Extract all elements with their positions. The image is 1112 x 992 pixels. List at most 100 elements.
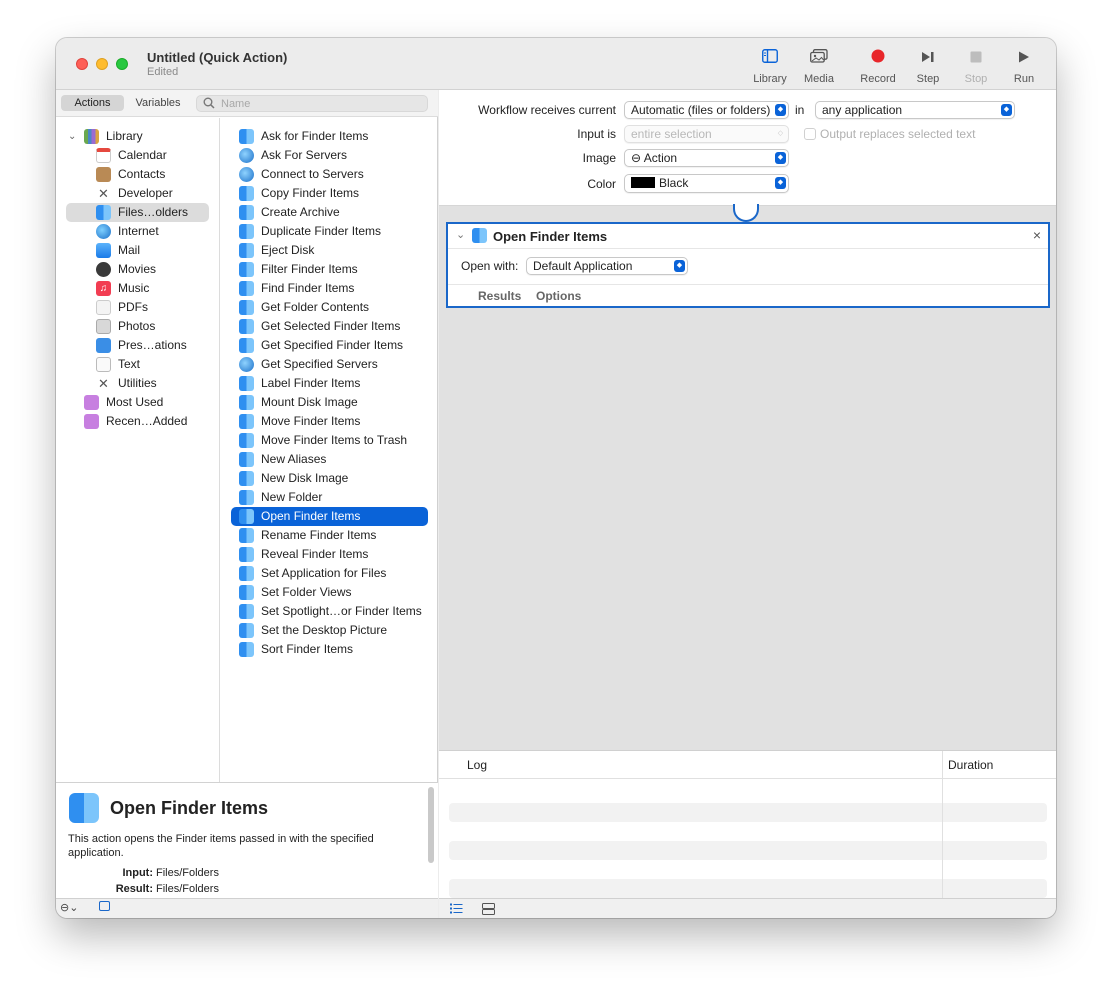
close-window-button[interactable]	[76, 58, 88, 70]
action-list-item[interactable]: Ask For Servers	[239, 146, 428, 165]
finder-icon	[239, 395, 254, 410]
zoom-window-button[interactable]	[116, 58, 128, 70]
sidebar-item-files-folders[interactable]: Files…olders	[66, 203, 209, 222]
application-popup[interactable]: any application ◆	[815, 101, 1015, 119]
tab-results[interactable]: Results	[478, 289, 521, 303]
sidebar-item-internet[interactable]: Internet	[96, 222, 208, 241]
action-list-item[interactable]: Set Spotlight…or Finder Items	[239, 602, 428, 621]
remove-action-button[interactable]: ×	[1033, 227, 1041, 243]
description-toggle-icon[interactable]	[99, 901, 110, 911]
stepper-icon: ◆	[674, 260, 685, 272]
action-list-item[interactable]: Connect to Servers	[239, 165, 428, 184]
input-is-popup[interactable]: entire selection ◇	[624, 125, 789, 143]
action-list-item[interactable]: Create Archive	[239, 203, 428, 222]
sidebar-item-most-used[interactable]: Most Used	[84, 393, 208, 412]
library-toolbar-button[interactable]: Library	[746, 48, 794, 88]
action-list-item[interactable]: Get Folder Contents	[239, 298, 428, 317]
sidebar-item-movies[interactable]: Movies	[96, 260, 208, 279]
automator-window: Untitled (Quick Action) Edited Library M…	[56, 38, 1056, 918]
sidebar-item-photos[interactable]: Photos	[96, 317, 208, 336]
sidebar-item-mail[interactable]: Mail	[96, 241, 208, 260]
sidebar-item-calendar[interactable]: Calendar	[96, 146, 208, 165]
action-list-item[interactable]: Copy Finder Items	[239, 184, 428, 203]
action-list-item[interactable]: Get Selected Finder Items	[239, 317, 428, 336]
action-list-item[interactable]: Move Finder Items	[239, 412, 428, 431]
finder-icon	[239, 224, 254, 239]
open-finder-items-action[interactable]: ⌄ Open Finder Items × Open with: Default…	[446, 222, 1050, 308]
sidebar-item-utilities[interactable]: ✕ Utilities	[96, 374, 208, 393]
finder-icon	[239, 319, 254, 334]
action-list-item[interactable]: New Folder	[239, 488, 428, 507]
action-list-item[interactable]: Reveal Finder Items	[239, 545, 428, 564]
action-list-item[interactable]: Set the Desktop Picture	[239, 621, 428, 640]
finder-icon	[239, 452, 254, 467]
action-list-item[interactable]: Move Finder Items to Trash	[239, 431, 428, 450]
image-popup[interactable]: ⊖ Action ◆	[624, 149, 789, 167]
finder-icon	[239, 205, 254, 220]
sidebar-item-presentations[interactable]: Pres…ations	[96, 336, 208, 355]
finder-icon	[239, 490, 254, 505]
output-replaces-checkbox[interactable]	[804, 128, 816, 140]
action-list-item[interactable]: New Disk Image	[239, 469, 428, 488]
action-list-item[interactable]: Ask for Finder Items	[239, 127, 428, 146]
action-list-item[interactable]: Duplicate Finder Items	[239, 222, 428, 241]
action-list-item[interactable]: New Aliases	[239, 450, 428, 469]
description-scrollbar[interactable]	[428, 787, 434, 863]
description-text: This action opens the Finder items passe…	[68, 833, 374, 859]
sidebar-item-developer[interactable]: ✕ Developer	[96, 184, 208, 203]
action-list-item[interactable]: Sort Finder Items	[239, 640, 428, 659]
finder-icon	[239, 528, 254, 543]
duration-column-header[interactable]: Duration	[948, 758, 993, 772]
search-input[interactable]: Name	[196, 95, 428, 112]
finder-icon	[239, 433, 254, 448]
action-list-item[interactable]: Eject Disk	[239, 241, 428, 260]
action-list-item[interactable]: Set Application for Files	[239, 564, 428, 583]
tab-actions[interactable]: Actions	[61, 95, 124, 111]
open-with-label: Open with:	[461, 259, 519, 273]
record-toolbar-button[interactable]: Record	[854, 48, 902, 88]
action-list-item[interactable]: Get Specified Finder Items	[239, 336, 428, 355]
log-column-header[interactable]: Log	[467, 758, 487, 772]
action-list-item[interactable]: Open Finder Items	[231, 507, 428, 526]
finder-icon	[239, 186, 254, 201]
open-with-popup[interactable]: Default Application ◆	[526, 257, 688, 275]
disclosure-chevron-icon[interactable]: ⌄	[456, 228, 465, 241]
step-toolbar-button[interactable]: Step	[904, 48, 952, 88]
sidebar-item-recently-added[interactable]: Recen…Added	[84, 412, 208, 431]
action-menu-icon[interactable]: ⊖⌄	[60, 901, 78, 914]
action-description: Open Finder Items This action opens the …	[56, 782, 438, 898]
action-list-item[interactable]: Find Finder Items	[239, 279, 428, 298]
mail-icon	[96, 243, 111, 258]
search-icon	[203, 97, 215, 112]
window-title: Untitled (Quick Action)	[147, 50, 288, 65]
action-list-item[interactable]: Filter Finder Items	[239, 260, 428, 279]
media-toolbar-button[interactable]: Media	[795, 48, 843, 88]
action-list-item[interactable]: Label Finder Items	[239, 374, 428, 393]
finder-icon	[239, 376, 254, 391]
sidebar-item-text[interactable]: Text	[96, 355, 208, 374]
minimize-window-button[interactable]	[96, 58, 108, 70]
run-toolbar-button[interactable]: Run	[1000, 48, 1048, 88]
action-list-item[interactable]: Rename Finder Items	[239, 526, 428, 545]
action-list-item[interactable]: Get Specified Servers	[239, 355, 428, 374]
action-list-item[interactable]: Set Folder Views	[239, 583, 428, 602]
sidebar-item-music[interactable]: ♫ Music	[96, 279, 208, 298]
list-view-icon[interactable]	[450, 903, 463, 917]
tab-options[interactable]: Options	[536, 289, 581, 303]
stop-toolbar-button[interactable]: Stop	[952, 48, 1000, 88]
finder-icon	[239, 281, 254, 296]
library-icon	[84, 129, 99, 144]
split-view-icon[interactable]	[482, 903, 495, 918]
network-icon	[239, 167, 254, 182]
receives-popup[interactable]: Automatic (files or folders) ◆	[624, 101, 789, 119]
chevron-down-icon[interactable]: ⌄	[68, 127, 76, 146]
color-popup[interactable]: Black ◆	[624, 174, 789, 193]
sidebar-item-pdfs[interactable]: PDFs	[96, 298, 208, 317]
tab-variables[interactable]: Variables	[126, 95, 190, 111]
sidebar-item-library[interactable]: ⌄ Library	[68, 127, 208, 146]
action-list-item[interactable]: Mount Disk Image	[239, 393, 428, 412]
media-icon	[795, 48, 843, 70]
sidebar-item-contacts[interactable]: Contacts	[96, 165, 208, 184]
finder-icon	[239, 243, 254, 258]
description-title: Open Finder Items	[110, 798, 269, 818]
